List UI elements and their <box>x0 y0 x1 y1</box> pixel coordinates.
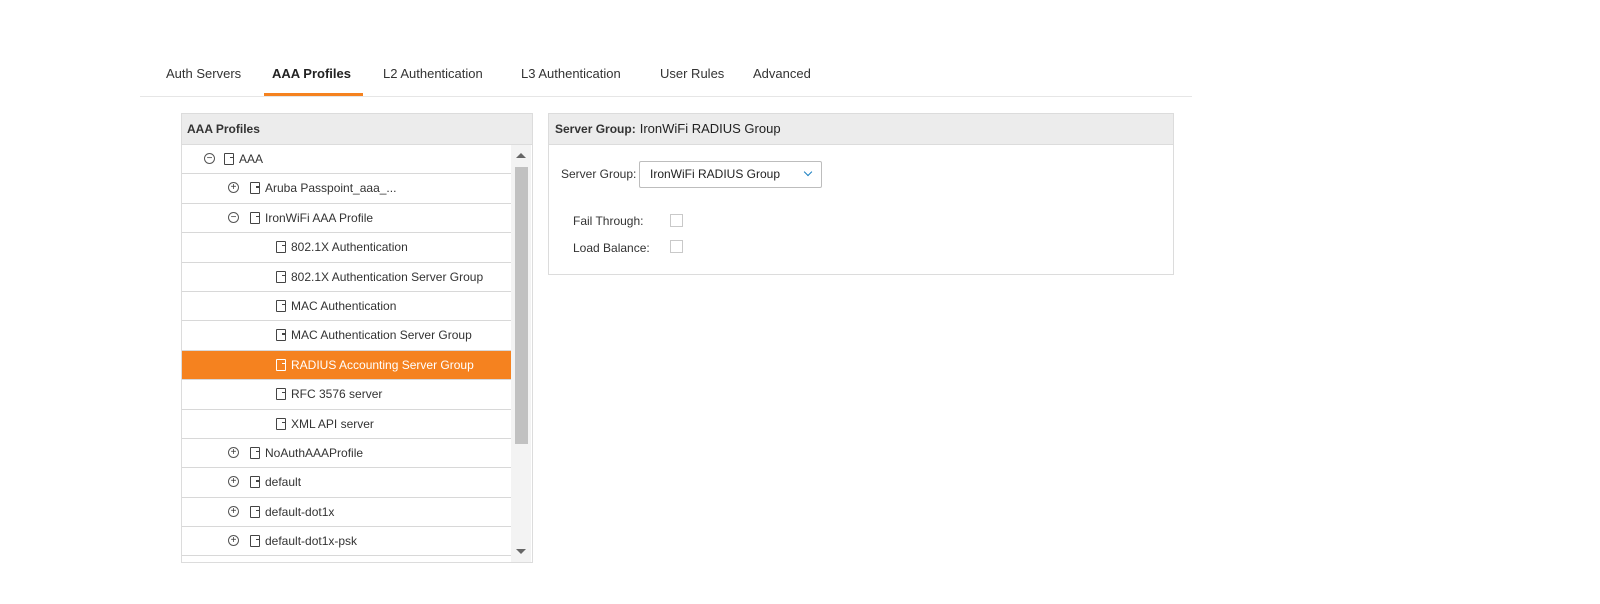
tree-item-label: NoAuthAAAProfile <box>265 445 364 460</box>
load-balance-checkbox[interactable] <box>670 240 683 253</box>
expand-plus-icon[interactable]: + <box>228 182 239 194</box>
fail-through-label: Fail Through: <box>573 214 644 228</box>
tab-user-rules[interactable]: User Rules <box>660 66 724 96</box>
tree-item[interactable]: MAC Authentication <box>182 292 511 322</box>
tree-item-label: IronWiFi AAA Profile <box>265 210 374 225</box>
chevron-down-icon <box>803 167 813 177</box>
tree-item-label: XML API server <box>291 416 374 431</box>
document-icon <box>250 535 260 548</box>
aaa-profiles-tree: − AAA + Aruba Passpoint_aaa_... − IronWiFi AA… <box>182 145 511 562</box>
server-group-label: Server Group: <box>561 167 637 181</box>
server-group-panel: Server Group: IronWiFi RADIUS Group Serve… <box>548 113 1174 275</box>
document-icon <box>276 358 286 371</box>
collapse-minus-icon[interactable]: − <box>228 211 239 223</box>
tree-item[interactable]: 802.1X Authentication Server Group <box>182 263 511 292</box>
scroll-up-arrow-icon[interactable] <box>516 153 526 158</box>
tree-item[interactable]: RADIUS Accounting Server Group <box>182 350 511 381</box>
aaa-profiles-panel-title: AAA Profiles <box>182 114 532 145</box>
tree-item[interactable]: − AAA <box>182 145 511 175</box>
document-icon <box>250 211 260 224</box>
document-icon <box>276 329 286 342</box>
tree-item[interactable]: + Aruba Passpoint_aaa_... <box>182 174 511 204</box>
document-icon <box>250 476 260 489</box>
tree-item-label: 802.1X Authentication Server Group <box>291 269 484 284</box>
tree-item-label: MAC Authentication <box>291 298 397 313</box>
tree-item-label: RADIUS Accounting Server Group <box>291 357 474 372</box>
tree-item-label: Aruba Passpoint_aaa_... <box>265 181 397 196</box>
expand-plus-icon[interactable]: + <box>228 476 239 488</box>
tree-item-label: 802.1X Authentication <box>291 240 408 255</box>
document-icon <box>276 241 286 254</box>
expand-plus-icon[interactable]: + <box>228 535 239 547</box>
document-icon <box>276 388 286 401</box>
expand-plus-icon[interactable]: + <box>228 505 239 517</box>
aaa-profiles-panel: AAA Profiles − AAA + Aruba Passpoint_aaa_..… <box>181 113 533 563</box>
tree-item[interactable]: + default-dot1x-psk <box>182 527 511 557</box>
tree-item-label: default <box>265 475 302 490</box>
tree-item-label: RFC 3576 server <box>291 387 383 402</box>
document-icon <box>276 270 286 283</box>
tree-item[interactable]: + default <box>182 468 511 498</box>
tree-item[interactable]: RFC 3576 server <box>182 380 511 410</box>
tab-advanced[interactable]: Advanced <box>753 66 811 96</box>
tree-item[interactable]: 802.1X Authentication <box>182 233 511 263</box>
tree-item[interactable]: − IronWiFi AAA Profile <box>182 204 511 234</box>
document-icon <box>250 505 260 518</box>
scroll-thumb[interactable] <box>515 167 528 444</box>
scroll-down-arrow-icon[interactable] <box>516 549 526 554</box>
server-group-select[interactable]: IronWiFi RADIUS Group <box>639 161 822 188</box>
tree-item[interactable]: + default-dot1x <box>182 498 511 528</box>
tab-l2-authentication[interactable]: L2 Authentication <box>383 66 483 96</box>
tree-item-label: MAC Authentication Server Group <box>291 328 472 343</box>
tab-aaa-profiles[interactable]: AAA Profiles <box>264 66 363 96</box>
tree-item-label: default-dot1x-psk <box>265 534 358 549</box>
tree-item-label: default-dot1x <box>265 504 335 519</box>
tab-l3-authentication[interactable]: L3 Authentication <box>521 66 621 96</box>
collapse-minus-icon[interactable]: − <box>204 153 215 164</box>
tree-item-label: AAA <box>239 152 264 166</box>
tree-item[interactable]: MAC Authentication Server Group <box>182 321 511 351</box>
tab-bar: Auth Servers AAA Profiles L2 Authenticat… <box>140 56 1192 97</box>
load-balance-label: Load Balance: <box>573 241 650 255</box>
tree-item[interactable]: + NoAuthAAAProfile <box>182 439 511 469</box>
tree-item[interactable]: XML API server <box>182 410 511 439</box>
server-group-panel-header: Server Group: IronWiFi RADIUS Group <box>549 114 1173 145</box>
document-icon <box>224 153 234 165</box>
document-icon <box>250 446 260 459</box>
tab-auth-servers[interactable]: Auth Servers <box>166 66 241 96</box>
expand-plus-icon[interactable]: + <box>228 446 239 458</box>
fail-through-checkbox[interactable] <box>670 214 683 227</box>
server-group-selected-value: IronWiFi RADIUS Group <box>650 167 781 181</box>
document-icon <box>276 417 286 430</box>
document-icon <box>250 182 260 195</box>
tree-scrollbar[interactable] <box>511 145 531 562</box>
server-group-header-value: IronWiFi RADIUS Group <box>639 121 781 136</box>
document-icon <box>276 299 286 312</box>
server-group-header-label: Server Group: <box>555 122 636 136</box>
